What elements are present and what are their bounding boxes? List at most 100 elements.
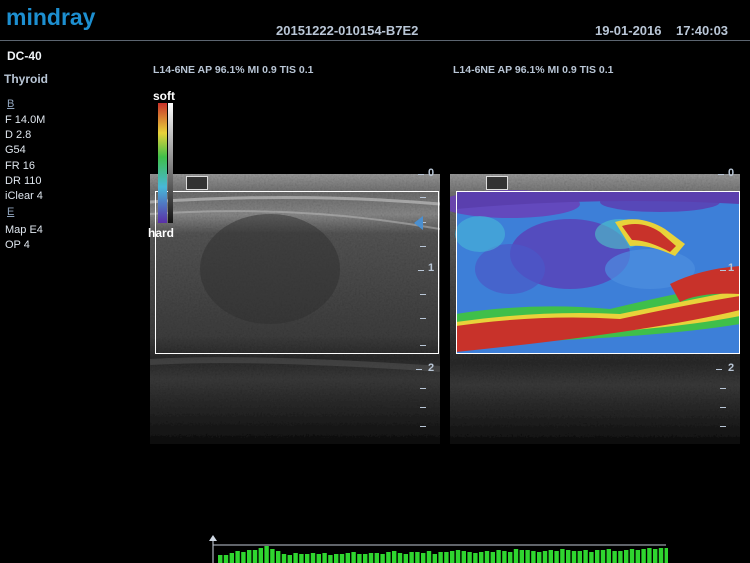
histogram-bar: [548, 550, 553, 563]
depth-tick: [420, 407, 426, 408]
histogram-bar: [612, 551, 617, 563]
histogram-bar: [276, 551, 281, 563]
histogram-bar: [577, 551, 582, 563]
depth-tick: [720, 407, 726, 408]
exam-id: 20151222-010154-B7E2: [276, 23, 419, 38]
depth-tick: [416, 369, 422, 370]
b-param: DR 110: [5, 174, 42, 187]
histogram-bar: [473, 553, 478, 563]
elastography-roi-box[interactable]: [456, 191, 740, 354]
histogram-bar: [600, 550, 606, 563]
e-param: OP 4: [5, 239, 30, 252]
histogram-bar: [641, 549, 646, 563]
elasticity-colorbar: [158, 103, 173, 223]
e-param: Map E4: [5, 224, 43, 236]
histogram-bar: [496, 550, 501, 563]
histogram-bar: [444, 552, 449, 563]
histogram-bar: [629, 549, 635, 563]
histogram-bar: [229, 553, 234, 563]
histogram-bar: [293, 553, 298, 563]
histogram-bar: [397, 553, 403, 563]
histogram-bar: [258, 548, 263, 563]
b-param: D 2.8: [5, 129, 32, 142]
focus-marker-icon: [486, 176, 508, 190]
focus-position-icon[interactable]: [414, 216, 424, 230]
histogram-bar: [484, 551, 490, 563]
b-param: F 14.0M: [5, 114, 46, 126]
histogram-bar: [531, 551, 536, 563]
colorbar-hard-label: hard: [148, 226, 175, 240]
histogram-bar: [305, 554, 310, 563]
histogram-bar: [247, 550, 252, 563]
right-panel-params: L14-6NE AP 96.1% MI 0.9 TIS 0.1: [453, 64, 614, 76]
histogram-bar: [519, 550, 524, 563]
histogram-bars: [218, 546, 668, 563]
histogram-bar: [658, 548, 664, 563]
histogram-bar: [270, 549, 275, 563]
depth-tick: [420, 197, 426, 198]
depth-tick: [420, 318, 426, 319]
depth-label-left-1: 1: [428, 262, 435, 274]
histogram-bar: [513, 549, 519, 563]
histogram-bar: [664, 548, 668, 563]
depth-tick: [720, 426, 726, 427]
histogram-bar: [583, 550, 588, 563]
quality-histogram: [209, 535, 668, 563]
histogram-bar: [345, 553, 350, 563]
depth-tick: [720, 270, 726, 271]
mode-b-label: B: [7, 98, 15, 110]
depth-tick: [420, 345, 426, 346]
histogram-bar: [461, 551, 466, 563]
histogram-bar: [322, 553, 327, 563]
histogram-bar: [281, 554, 287, 563]
histogram-bar: [316, 554, 321, 563]
header-divider: [0, 40, 750, 41]
bmode-roi-box[interactable]: [155, 191, 439, 354]
histogram-bar: [339, 554, 345, 563]
histogram-bar: [560, 549, 565, 563]
histogram-bar: [334, 554, 339, 563]
depth-tick: [718, 174, 724, 175]
histogram-bar: [542, 551, 548, 563]
histogram-bar: [438, 552, 443, 563]
histogram-bar: [647, 548, 652, 563]
histogram-bar: [392, 551, 397, 563]
histogram-bar: [450, 551, 455, 563]
histogram-bar: [455, 550, 461, 563]
histogram-bar: [235, 551, 240, 563]
histogram-bar: [537, 552, 542, 563]
histogram-bar: [374, 553, 379, 563]
exam-time: 17:40:03: [676, 23, 729, 38]
b-param: G54: [5, 144, 26, 157]
histogram-bar: [653, 549, 658, 563]
preset-name: Thyroid: [4, 72, 48, 86]
histogram-bar: [409, 552, 414, 563]
histogram-bar: [223, 555, 229, 563]
histogram-bar: [252, 550, 258, 563]
exam-date: 19-01-2016: [595, 23, 662, 38]
histogram-bar: [363, 554, 368, 563]
histogram-bar: [618, 551, 623, 563]
depth-tick: [420, 294, 426, 295]
b-param: FR 16: [5, 159, 35, 172]
depth-label-right-1: 1: [728, 262, 735, 274]
depth-tick: [420, 426, 426, 427]
depth-tick: [720, 388, 726, 389]
depth-label-left-0: 0: [428, 167, 435, 179]
depth-tick: [418, 270, 424, 271]
histogram-bar: [525, 550, 530, 563]
histogram-bar: [554, 551, 559, 563]
histogram-bar: [467, 552, 472, 563]
histogram-bar: [310, 553, 316, 563]
histogram-bar: [241, 552, 246, 563]
b-param: iClear 4: [5, 190, 43, 203]
histogram-bar: [386, 552, 391, 563]
depth-label-right-2: 2: [728, 362, 735, 374]
histogram-bar: [426, 551, 432, 563]
histogram-bar: [287, 555, 292, 563]
b-params-list: F 14.0M D 2.8 G54 FR 16 DR 110 iClear 4: [5, 113, 45, 204]
histogram-bar: [508, 552, 513, 563]
depth-label-left-2: 2: [428, 362, 435, 374]
histogram-bar: [299, 554, 304, 563]
histogram-bar: [566, 550, 571, 563]
